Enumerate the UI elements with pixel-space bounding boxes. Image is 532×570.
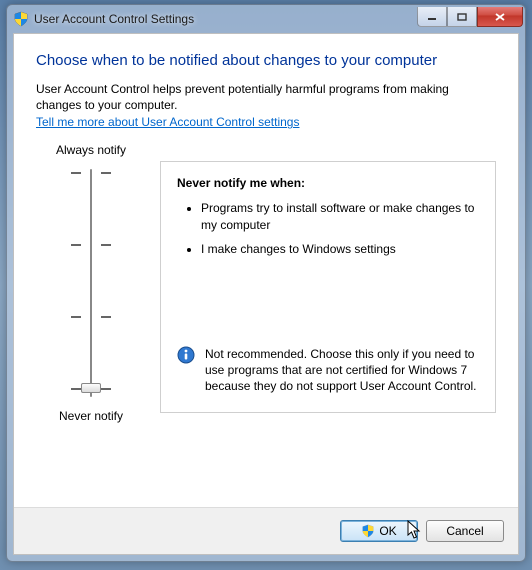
maximize-button[interactable]: [447, 7, 477, 27]
close-icon: [494, 12, 506, 22]
ok-button[interactable]: OK: [340, 520, 418, 542]
learn-more-link[interactable]: Tell me more about User Account Control …: [36, 115, 299, 129]
minimize-button[interactable]: [417, 7, 447, 27]
cancel-button-label: Cancel: [446, 524, 483, 538]
window-controls: [417, 7, 523, 27]
details-panel: Never notify me when: Programs try to in…: [160, 161, 496, 413]
intro-text: User Account Control helps prevent poten…: [36, 81, 496, 113]
details-heading: Never notify me when:: [177, 176, 479, 190]
slider-row: Always notify Never notify Never notify …: [36, 143, 496, 429]
slider-thumb[interactable]: [81, 383, 101, 393]
window-title: User Account Control Settings: [34, 12, 417, 26]
ok-button-label: OK: [379, 524, 396, 538]
info-icon: [177, 346, 195, 364]
slider-top-label: Always notify: [36, 143, 146, 157]
footer-bar: OK Cancel: [14, 507, 518, 554]
info-row: Not recommended. Choose this only if you…: [177, 346, 479, 395]
maximize-icon: [457, 13, 467, 21]
content-area: Choose when to be notified about changes…: [14, 34, 518, 507]
info-text: Not recommended. Choose this only if you…: [205, 346, 479, 395]
client-area: Choose when to be notified about changes…: [13, 33, 519, 555]
close-button[interactable]: [477, 7, 523, 27]
uac-settings-window: User Account Control Settings Choose whe…: [6, 4, 526, 562]
cancel-button[interactable]: Cancel: [426, 520, 504, 542]
titlebar[interactable]: User Account Control Settings: [7, 5, 525, 33]
bullet-item: Programs try to install software or make…: [201, 200, 479, 232]
main-heading: Choose when to be notified about changes…: [36, 52, 496, 69]
slider-bottom-label: Never notify: [36, 409, 146, 423]
shield-icon: [13, 11, 29, 27]
shield-icon: [361, 524, 375, 538]
notify-slider[interactable]: [61, 163, 121, 403]
slider-column: Always notify Never notify: [36, 143, 146, 429]
bullet-item: I make changes to Windows settings: [201, 241, 479, 257]
details-bullets: Programs try to install software or make…: [181, 200, 479, 257]
minimize-icon: [427, 13, 437, 21]
